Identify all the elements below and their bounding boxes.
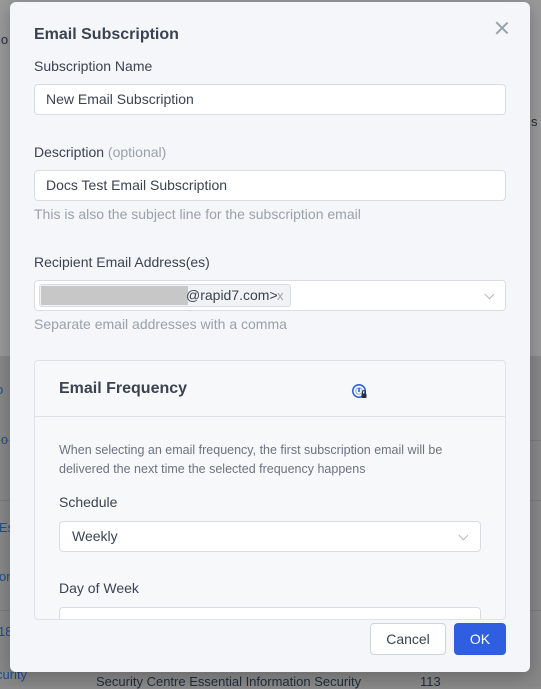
background-row-name: Security Centre Essential Information Se…	[96, 674, 362, 689]
subscription-name-input[interactable]: New Email Subscription	[34, 84, 506, 115]
modal-title: Email Subscription	[34, 26, 179, 43]
background-row-count: 113	[420, 674, 441, 689]
redacted-email-prefix	[41, 286, 188, 305]
email-frequency-title: Email Frequency	[59, 380, 188, 397]
email-frequency-card: Email Frequency When selecting an email …	[34, 360, 506, 620]
email-subscription-modal: Email Subscription Subscription Name New…	[10, 2, 530, 672]
email-frequency-description: When selecting an email frequency, the f…	[59, 443, 443, 476]
description-label: Description (optional)	[34, 144, 166, 160]
background-link-fragment: lo	[0, 432, 9, 447]
recipients-label: Recipient Email Address(es)	[34, 254, 210, 270]
schedule-value: Weekly	[72, 528, 118, 544]
close-icon[interactable]	[494, 20, 510, 36]
schedule-label: Schedule	[59, 494, 118, 510]
background-text-fragment: s	[531, 114, 538, 129]
schedule-select[interactable]: Weekly	[59, 521, 481, 552]
recipient-email-tag: @rapid7.com> x	[39, 284, 291, 307]
info-icon[interactable]	[351, 383, 369, 401]
recipient-email-text: @rapid7.com>	[186, 287, 278, 303]
optional-hint: (optional)	[107, 144, 167, 160]
cancel-button[interactable]: Cancel	[370, 623, 446, 655]
recipients-help-text: Separate email addresses with a comma	[34, 316, 287, 332]
subscription-name-label: Subscription Name	[34, 58, 153, 74]
email-frequency-header: Email Frequency	[35, 361, 505, 417]
day-of-week-select[interactable]	[59, 607, 481, 619]
ok-button[interactable]: OK	[454, 623, 506, 655]
chevron-down-icon[interactable]	[484, 289, 495, 300]
description-help-text: This is also the subject line for the su…	[34, 206, 361, 222]
description-input[interactable]: Docs Test Email Subscription	[34, 170, 506, 201]
chevron-down-icon	[458, 530, 469, 541]
description-label-text: Description	[34, 144, 105, 160]
background-link-fragment: o	[0, 382, 3, 397]
day-of-week-label: Day of Week	[59, 580, 139, 596]
background-text-fragment: io	[0, 32, 9, 47]
remove-recipient-icon[interactable]: x	[277, 285, 284, 306]
recipients-multiselect[interactable]: @rapid7.com> x	[34, 280, 506, 311]
